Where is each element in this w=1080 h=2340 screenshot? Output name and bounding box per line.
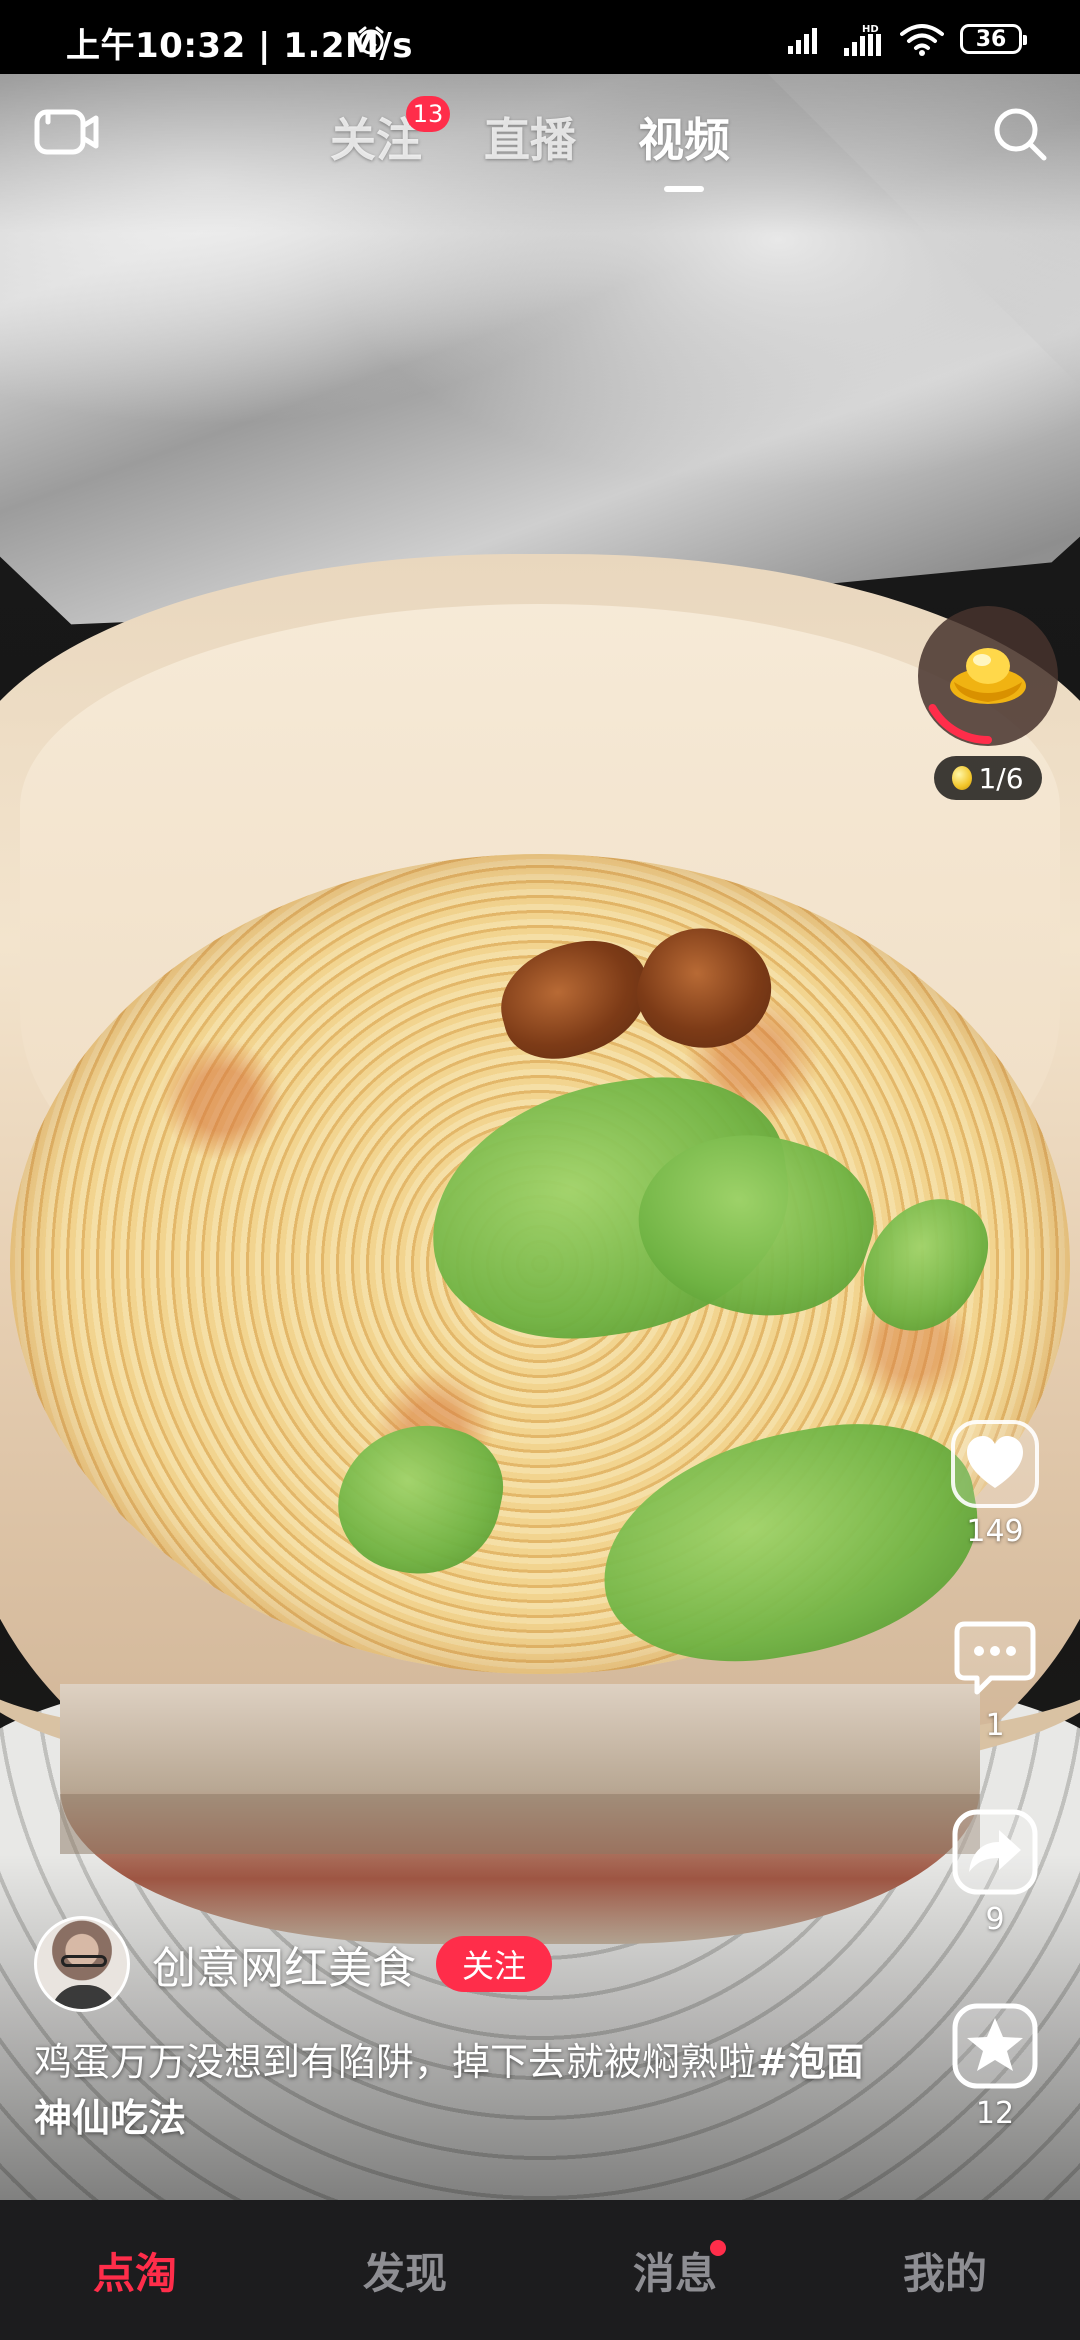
nav-item-me[interactable]: 我的 (810, 2200, 1080, 2340)
tab-live[interactable]: 直播 (484, 104, 576, 170)
search-icon[interactable] (988, 102, 1050, 164)
hd-signal-icon: HD (844, 24, 881, 56)
unread-dot (710, 2240, 726, 2256)
tab-video[interactable]: 视频 (638, 104, 730, 192)
comment-button[interactable]: 1 (940, 1614, 1050, 1743)
alarm-icon (358, 26, 384, 55)
camera-icon[interactable] (34, 104, 100, 160)
gold-ingot-icon (950, 648, 1026, 704)
tab-following[interactable]: 关注 13 (330, 96, 450, 170)
tab-live-label: 直播 (484, 113, 576, 167)
avatar[interactable] (34, 1916, 130, 2012)
share-button[interactable]: 9 (940, 1808, 1050, 1937)
author-row: 创意网红美食 关注 (34, 1916, 553, 2012)
status-bar: 上午10:32 | 1.2M/s HD 36 (0, 0, 1080, 74)
follow-button[interactable]: 关注 (436, 1936, 553, 1992)
share-icon (952, 1809, 1038, 1895)
like-count: 149 (966, 1514, 1024, 1549)
app-screen: 上午10:32 | 1.2M/s HD 36 关注 13 直播 视频 1/6 1… (0, 0, 1080, 2340)
nav-item-messages[interactable]: 消息 (540, 2200, 810, 2340)
video-caption[interactable]: 鸡蛋万万没想到有陷阱，掉下去就被焖熟啦#泡面神仙吃法 (34, 2034, 894, 2146)
star-icon (952, 2003, 1038, 2089)
heart-icon (951, 1420, 1039, 1508)
battery-indicator: 36 (960, 24, 1027, 54)
nav-item-discover[interactable]: 发现 (270, 2200, 540, 2340)
coin-count-badge: 1/6 (934, 756, 1042, 800)
tab-video-label: 视频 (638, 113, 730, 167)
coin-reward-widget[interactable] (918, 606, 1058, 746)
active-tab-indicator (664, 186, 704, 192)
feed-tabs: 关注 13 直播 视频 (330, 96, 730, 192)
like-button[interactable]: 149 (940, 1420, 1050, 1549)
video-player[interactable] (0, 74, 1080, 2200)
author-name[interactable]: 创意网红美食 (152, 1932, 416, 1996)
signal-icon (788, 28, 817, 54)
coin-icon (952, 766, 973, 790)
status-indicators: HD 36 (786, 22, 1027, 56)
favorite-count: 12 (975, 2096, 1015, 2131)
bottom-nav: 点淘 发现 消息 我的 (0, 2200, 1080, 2340)
top-nav: 关注 13 直播 视频 (0, 74, 1080, 198)
coin-count-text: 1/6 (978, 761, 1024, 795)
favorite-button[interactable]: 12 (940, 2002, 1050, 2131)
nav-item-messages-label: 消息 (632, 2248, 717, 2298)
svg-text:HD: HD (862, 24, 879, 35)
nav-item-home[interactable]: 点淘 (0, 2200, 270, 2340)
comment-icon (954, 1621, 1036, 1695)
caption-text: 鸡蛋万万没想到有陷阱，掉下去就被焖熟啦 (34, 2040, 757, 2084)
comment-count: 1 (985, 1708, 1005, 1743)
notification-badge: 13 (406, 96, 450, 132)
wifi-icon (900, 24, 944, 56)
share-count: 9 (985, 1902, 1005, 1937)
